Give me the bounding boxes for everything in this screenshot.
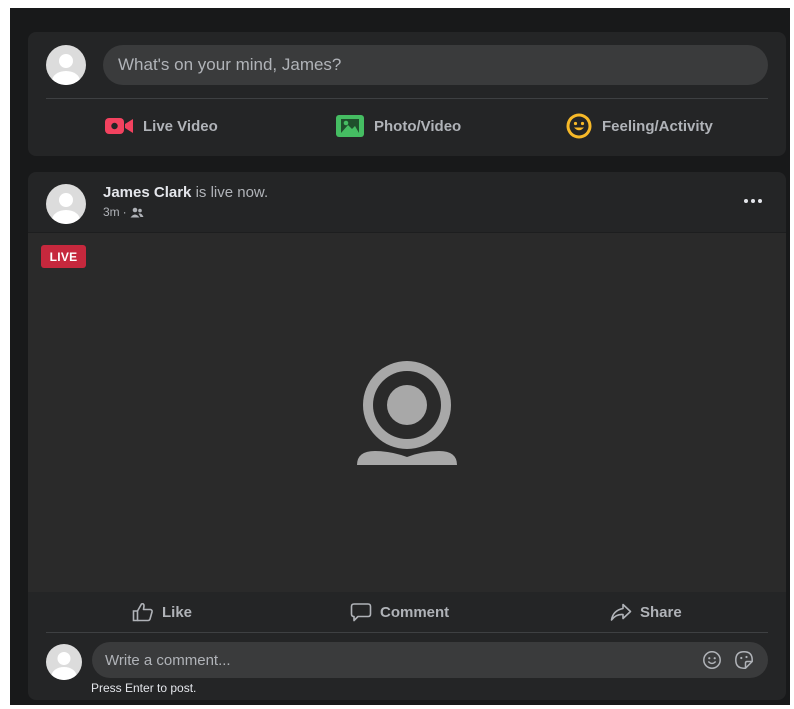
feeling-activity-button[interactable]: Feeling/Activity [565,110,713,142]
avatar-body-icon [51,667,77,680]
post-time[interactable]: 3m [103,205,120,219]
comment-button[interactable]: Comment [350,592,449,632]
like-icon [132,602,153,622]
dot-icon [758,199,762,203]
like-label: Like [162,603,193,621]
divider [46,98,768,99]
photo-video-icon [336,115,364,137]
feeling-icon [566,113,592,139]
comment-icon [350,603,372,622]
share-icon [610,603,632,621]
photo-video-label: Photo/Video [374,117,462,135]
author-avatar[interactable] [46,184,86,224]
sticker-icon[interactable] [734,650,754,670]
post-status: is live now. [191,184,269,201]
live-video-button[interactable]: Live Video [104,110,218,142]
dot-icon [751,199,755,203]
friends-icon[interactable] [130,207,144,218]
comment-label: Comment [380,603,450,621]
post-actions: Like Comment Share [28,592,786,632]
post-more-options-button[interactable] [738,190,768,212]
commenter-avatar[interactable] [46,644,82,680]
avatar-head-icon [59,54,73,68]
dot-icon [744,199,748,203]
share-label: Share [640,603,682,621]
feeling-activity-label: Feeling/Activity [602,117,713,135]
webcam-icon [357,361,457,465]
avatar-head-icon [57,652,71,665]
post-header: James Clark is live now. [103,184,268,201]
live-video-player[interactable]: LIVE [28,232,786,592]
divider [46,632,768,633]
live-video-icon [105,118,133,134]
like-button[interactable]: Like [132,592,192,632]
live-video-label: Live Video [143,117,218,135]
meta-separator: · [122,205,127,219]
author-name[interactable]: James Clark [103,184,191,201]
avatar[interactable] [46,45,86,85]
comment-input[interactable] [92,642,682,678]
post-composer: Live Video Photo/Video Feeling/Activity [28,32,786,156]
live-post: James Clark is live now. 3m · LIVE Like … [28,172,786,700]
post-meta: 3m · [103,205,144,219]
avatar-body-icon [52,71,80,85]
whats-on-your-mind-input[interactable] [103,45,768,85]
live-badge: LIVE [41,245,86,268]
comment-hint: Press Enter to post. [91,681,197,695]
avatar-head-icon [59,193,73,207]
photo-video-button[interactable]: Photo/Video [335,110,461,142]
emoji-icon[interactable] [702,650,722,670]
share-button[interactable]: Share [610,592,682,632]
comment-box [92,642,768,678]
avatar-body-icon [52,210,80,224]
